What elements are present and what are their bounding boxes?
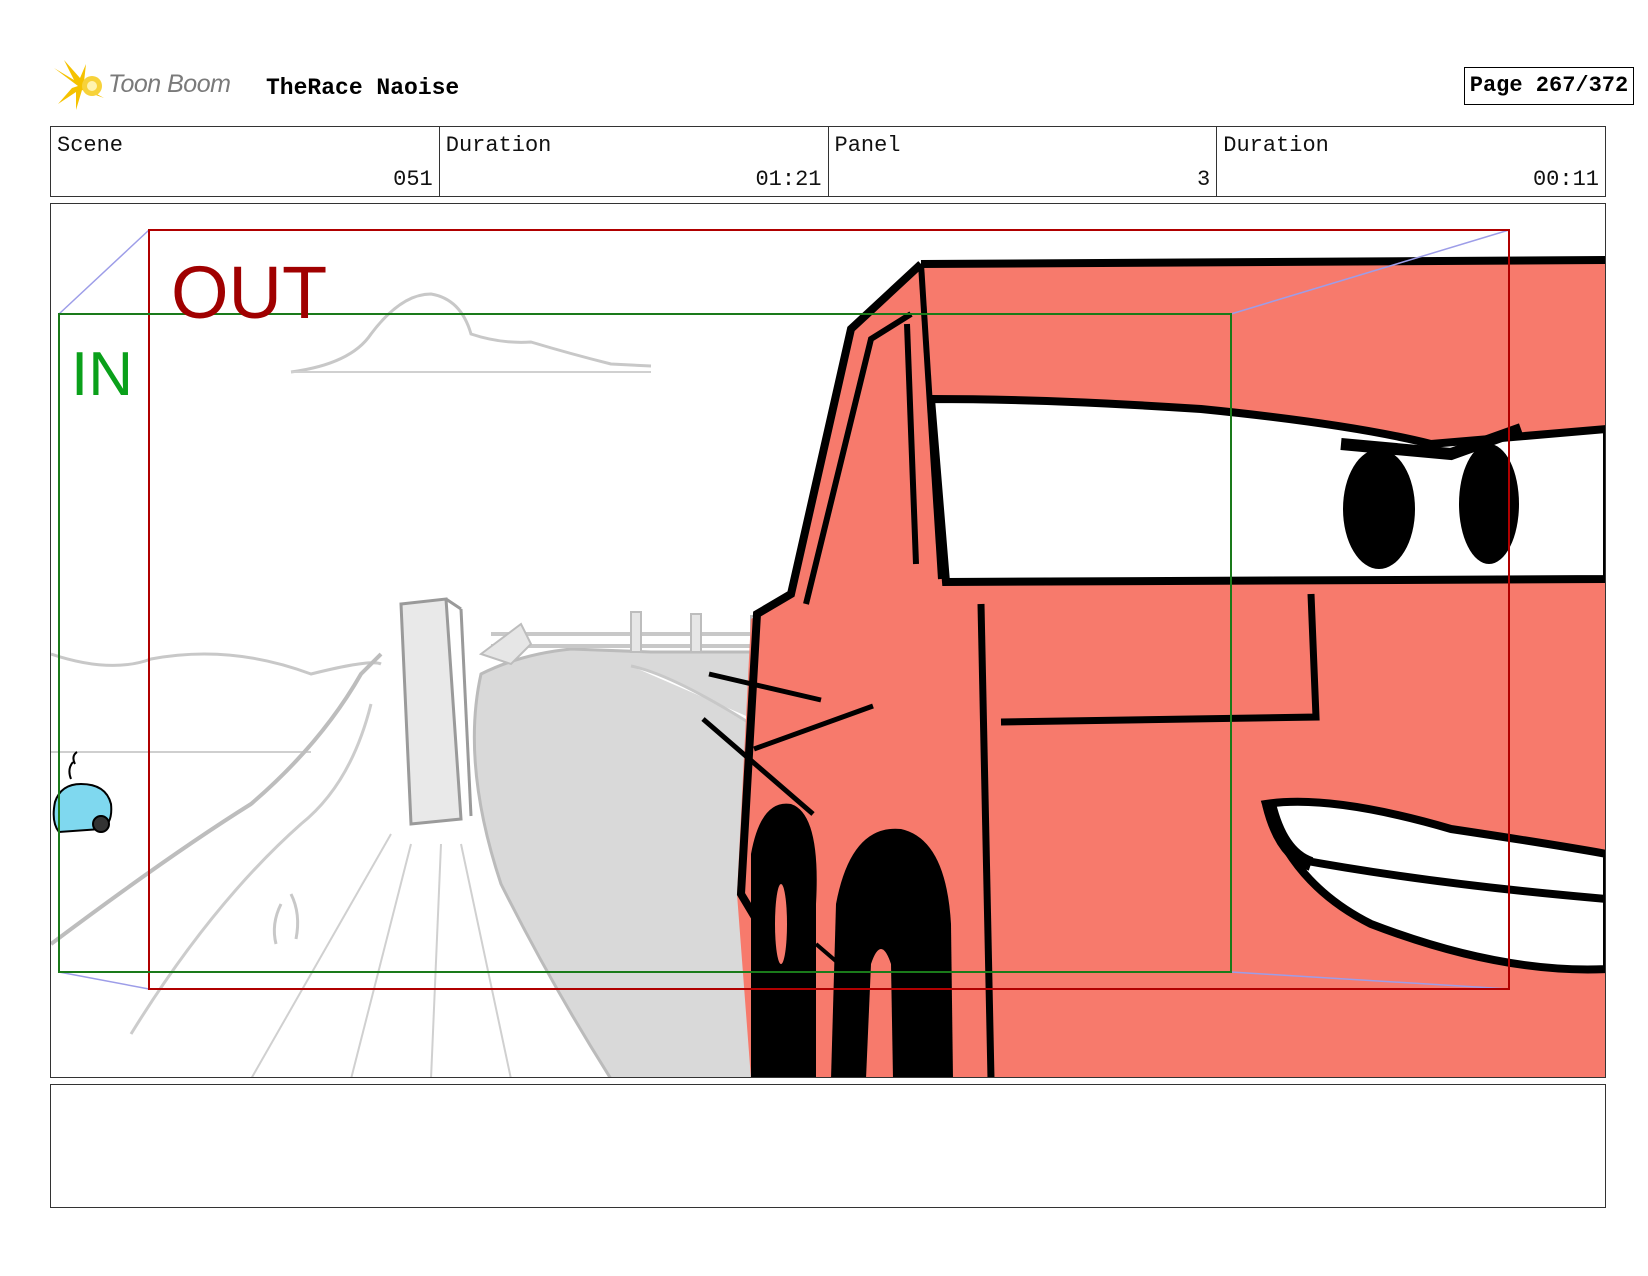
scene-value: 051 — [393, 167, 433, 192]
panel-duration-label: Duration — [1223, 133, 1329, 158]
scene-duration-cell: Duration 01:21 — [440, 127, 829, 196]
small-blue-car-icon — [52, 751, 113, 834]
red-truck — [701, 256, 1605, 1077]
panel-value: 3 — [1197, 167, 1211, 192]
roadside-post — [399, 597, 463, 826]
panel-label: Panel — [834, 133, 901, 158]
truck-eye — [1343, 449, 1415, 569]
hill-sketch — [51, 652, 382, 676]
scene-duration-label: Duration — [445, 133, 552, 158]
logo-text: Toon Boom — [108, 70, 231, 98]
in-frame-label: IN — [71, 340, 133, 409]
panel-notes[interactable] — [50, 1084, 1606, 1208]
camera-move-guide — [58, 229, 150, 315]
toon-boom-logo-icon — [54, 60, 104, 110]
scene-cell: Scene 051 — [51, 127, 440, 196]
out-frame-label: OUT — [171, 251, 328, 334]
cloud-sketch — [290, 292, 652, 374]
page-number: Page 267/372 — [1464, 67, 1634, 105]
panel-duration-cell: Duration 00:11 — [1217, 127, 1605, 196]
storyboard-header: Toon Boom TheRace Naoise Page 267/372 — [52, 58, 1634, 118]
panel-duration-value: 00:11 — [1532, 167, 1599, 192]
panel-drawing — [51, 229, 1605, 1077]
fence-post — [630, 611, 642, 653]
scene-duration-value: 01:21 — [755, 167, 822, 192]
camera-move-guide — [58, 971, 150, 990]
fence-post — [690, 613, 702, 653]
scene-info-table: Scene 051 Duration 01:21 Panel 3 Duratio… — [50, 126, 1606, 197]
panel-cell: Panel 3 — [829, 127, 1218, 196]
project-title: TheRace Naoise — [266, 75, 460, 101]
scene-label: Scene — [57, 133, 124, 158]
slope-detail-sketch — [129, 703, 373, 1035]
storyboard-panel: OUT IN — [50, 203, 1606, 1078]
